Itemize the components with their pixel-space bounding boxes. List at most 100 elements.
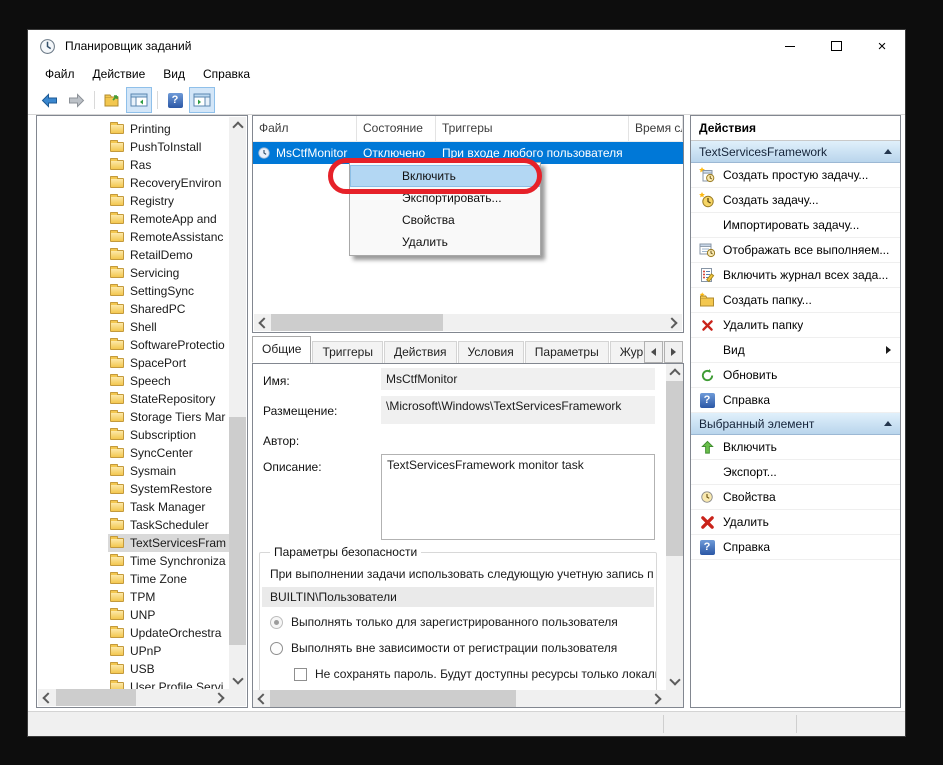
tab-settings[interactable]: Параметры <box>525 341 609 363</box>
tree-item[interactable]: Storage Tiers Mar <box>38 408 229 426</box>
scroll-left-button[interactable] <box>254 314 271 331</box>
tree-item[interactable]: Printing <box>38 120 229 138</box>
action-create-basic-task[interactable]: Создать простую задачу... <box>691 163 900 188</box>
context-menu-properties[interactable]: Свойства <box>350 209 540 231</box>
action-enable[interactable]: Включить <box>691 435 900 460</box>
details-vertical-scrollbar[interactable] <box>666 364 683 690</box>
radio-run-logged-on[interactable]: Выполнять только для зарегистрированного… <box>270 615 652 629</box>
description-field[interactable]: TextServicesFramework monitor task <box>381 454 655 540</box>
action-delete-folder[interactable]: Удалить папку <box>691 313 900 338</box>
close-button[interactable]: × <box>859 30 905 62</box>
tree-item[interactable]: Sysmain <box>38 462 229 480</box>
minimize-button[interactable] <box>767 30 813 62</box>
action-delete[interactable]: Удалить <box>691 510 900 535</box>
scrollbar-thumb[interactable] <box>666 381 683 556</box>
back-button[interactable] <box>36 87 62 113</box>
export-list-button[interactable] <box>99 87 125 113</box>
action-help-selected[interactable]: ? Справка <box>691 535 900 560</box>
maximize-button[interactable] <box>813 30 859 62</box>
tree-item[interactable]: USB <box>38 660 229 678</box>
tree-item[interactable]: Subscription <box>38 426 229 444</box>
tab-actions[interactable]: Действия <box>384 341 457 363</box>
actions-group-header-folder[interactable]: TextServicesFramework <box>691 141 900 163</box>
radio-selected-icon[interactable] <box>270 616 283 629</box>
context-menu-delete[interactable]: Удалить <box>350 231 540 253</box>
tab-scroll-left-button[interactable] <box>644 341 663 363</box>
tree-item[interactable]: RemoteApp and <box>38 210 229 228</box>
tree-item[interactable]: TPM <box>38 588 229 606</box>
actions-group-header-selected-item[interactable]: Выбранный элемент <box>691 413 900 435</box>
action-enable-task-history[interactable]: Включить журнал всех зада... <box>691 263 900 288</box>
menu-action[interactable]: Действие <box>84 62 155 86</box>
radio-run-any-user[interactable]: Выполнять вне зависимости от регистрации… <box>270 641 652 655</box>
column-header-file[interactable]: Файл <box>253 116 357 141</box>
radio-unselected-icon[interactable] <box>270 642 283 655</box>
tree-item[interactable]: SettingSync <box>38 282 229 300</box>
scrollbar-thumb[interactable] <box>270 690 516 707</box>
tree-item[interactable]: User Profile Servi <box>38 678 229 689</box>
scrollbar-thumb[interactable] <box>229 417 246 645</box>
menu-view[interactable]: Вид <box>154 62 194 86</box>
tree-item[interactable]: UpdateOrchestra <box>38 624 229 642</box>
column-header-triggers[interactable]: Триггеры <box>436 116 629 141</box>
scroll-right-button[interactable] <box>649 690 666 707</box>
scrollbar-thumb[interactable] <box>56 689 136 706</box>
tree-item[interactable]: RetailDemo <box>38 246 229 264</box>
tree-item[interactable]: RecoveryEnviron <box>38 174 229 192</box>
tab-conditions[interactable]: Условия <box>458 341 524 363</box>
help-button[interactable]: ? <box>162 87 188 113</box>
name-field[interactable]: MsCtfMonitor <box>381 368 655 390</box>
scroll-down-button[interactable] <box>666 673 683 690</box>
toggle-console-tree-button[interactable] <box>126 87 152 113</box>
action-new-folder[interactable]: Создать папку... <box>691 288 900 313</box>
tree-item[interactable]: Servicing <box>38 264 229 282</box>
menu-help[interactable]: Справка <box>194 62 259 86</box>
checkbox-no-password[interactable]: Не сохранять пароль. Будут доступны ресу… <box>294 667 656 681</box>
task-row-selected[interactable]: MsCtfMonitor Отключено При входе любого … <box>253 142 683 164</box>
tree-item[interactable]: Shell <box>38 318 229 336</box>
scroll-left-button[interactable] <box>253 690 270 707</box>
tree-horizontal-scrollbar[interactable] <box>38 689 229 706</box>
list-horizontal-scrollbar[interactable] <box>254 314 682 331</box>
tree-item[interactable]: SharedPC <box>38 300 229 318</box>
tree-item[interactable]: SyncCenter <box>38 444 229 462</box>
scroll-up-button[interactable] <box>229 117 246 134</box>
scrollbar-thumb[interactable] <box>271 314 443 331</box>
tree-item[interactable]: RemoteAssistanc <box>38 228 229 246</box>
tree-item[interactable]: PushToInstall <box>38 138 229 156</box>
forward-button[interactable] <box>63 87 89 113</box>
tree-item[interactable]: Ras <box>38 156 229 174</box>
tab-scroll-right-button[interactable] <box>664 341 683 363</box>
details-horizontal-scrollbar[interactable] <box>253 690 666 707</box>
action-display-running-tasks[interactable]: Отображать все выполняем... <box>691 238 900 263</box>
tab-general[interactable]: Общие <box>252 336 311 363</box>
tree-item[interactable]: Time Synchroniza <box>38 552 229 570</box>
tree-item[interactable]: SoftwareProtectio <box>38 336 229 354</box>
tree-item[interactable]: StateRepository <box>38 390 229 408</box>
toggle-action-pane-button[interactable] <box>189 87 215 113</box>
column-header-next-run[interactable]: Время сл <box>629 116 683 141</box>
scroll-up-button[interactable] <box>666 364 683 381</box>
tree-item[interactable]: UPnP <box>38 642 229 660</box>
tab-triggers[interactable]: Триггеры <box>312 341 383 363</box>
action-refresh[interactable]: Обновить <box>691 363 900 388</box>
menu-file[interactable]: Файл <box>36 62 84 86</box>
tree-item[interactable]: TaskScheduler <box>38 516 229 534</box>
action-import-task[interactable]: Импортировать задачу... <box>691 213 900 238</box>
tree-item-selected[interactable]: TextServicesFram <box>38 534 229 552</box>
scroll-right-button[interactable] <box>665 314 682 331</box>
tree-item[interactable]: SpacePort <box>38 354 229 372</box>
scroll-right-button[interactable] <box>212 689 229 706</box>
checkbox-icon[interactable] <box>294 668 307 681</box>
action-properties[interactable]: Свойства <box>691 485 900 510</box>
scroll-down-button[interactable] <box>229 672 246 689</box>
action-view[interactable]: Вид <box>691 338 900 363</box>
tree-item[interactable]: Time Zone <box>38 570 229 588</box>
tree-item[interactable]: SystemRestore <box>38 480 229 498</box>
tree-item[interactable]: Speech <box>38 372 229 390</box>
action-help[interactable]: ? Справка <box>691 388 900 413</box>
tree-item[interactable]: UNP <box>38 606 229 624</box>
tree-vertical-scrollbar[interactable] <box>229 117 246 689</box>
action-export[interactable]: Экспорт... <box>691 460 900 485</box>
tree-item[interactable]: Registry <box>38 192 229 210</box>
